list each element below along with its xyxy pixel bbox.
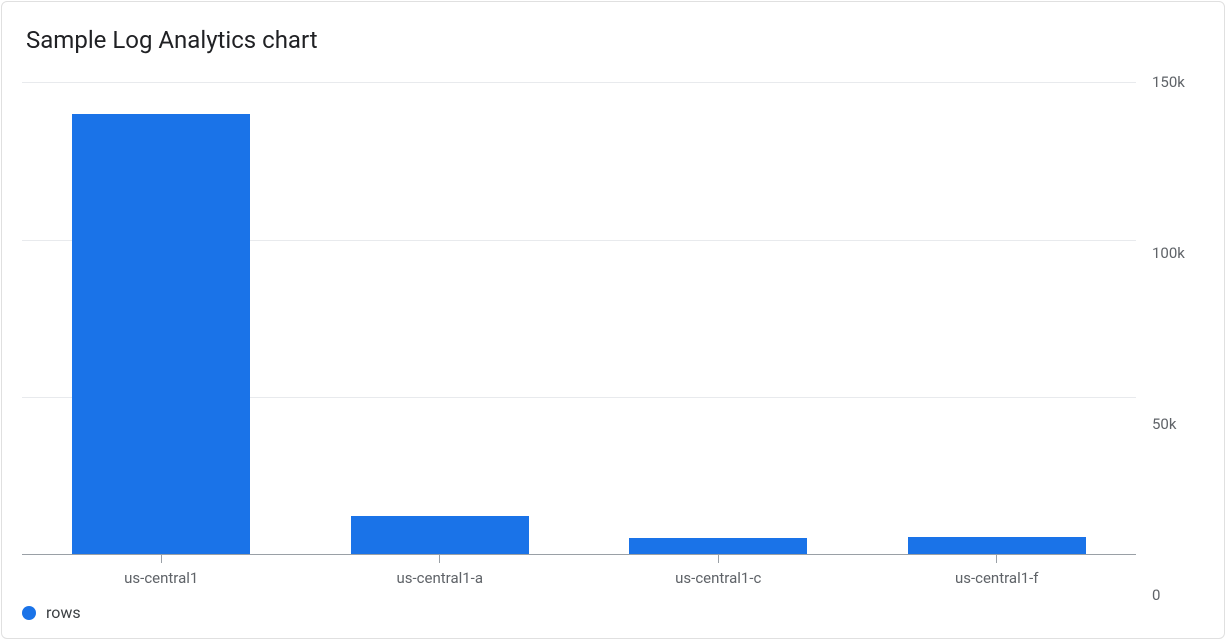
- bar-slot: [301, 83, 580, 554]
- legend-label: rows: [46, 603, 81, 622]
- x-axis: us-central1us-central1-aus-central1-cus-…: [22, 555, 1136, 595]
- y-tick-label: 100k: [1152, 244, 1185, 262]
- legend: rows: [22, 603, 1204, 622]
- legend-dot-icon: [22, 606, 36, 620]
- bar-slot: [858, 83, 1137, 554]
- bar-slot: [22, 83, 301, 554]
- x-tick-label: us-central1-f: [858, 569, 1137, 587]
- x-tick-group: us-central1-f: [858, 555, 1137, 595]
- bar[interactable]: [908, 537, 1086, 554]
- x-tick-mark: [439, 555, 440, 563]
- chart-card: Sample Log Analytics chart us-central1us…: [1, 1, 1225, 639]
- x-tick-label: us-central1-c: [579, 569, 858, 587]
- chart-title: Sample Log Analytics chart: [22, 26, 1204, 54]
- x-tick-label: us-central1: [22, 569, 301, 587]
- x-tick-group: us-central1-c: [579, 555, 858, 595]
- bar-slot: [579, 83, 858, 554]
- plot-row: us-central1us-central1-aus-central1-cus-…: [22, 82, 1204, 595]
- y-axis: 050k100k150k: [1144, 82, 1204, 595]
- bar[interactable]: [629, 538, 807, 554]
- x-tick-mark: [161, 555, 162, 563]
- y-tick-label: 50k: [1152, 415, 1176, 433]
- grid-plot: [22, 82, 1136, 555]
- y-tick-label: 0: [1152, 586, 1160, 604]
- x-tick-label: us-central1-a: [301, 569, 580, 587]
- plot-container: us-central1us-central1-aus-central1-cus-…: [22, 82, 1136, 595]
- x-tick-group: us-central1: [22, 555, 301, 595]
- x-tick-mark: [718, 555, 719, 563]
- bars-layer: [22, 83, 1136, 554]
- x-tick-group: us-central1-a: [301, 555, 580, 595]
- x-tick-mark: [996, 555, 997, 563]
- bar[interactable]: [351, 516, 529, 554]
- bar[interactable]: [72, 114, 250, 554]
- chart-area: us-central1us-central1-aus-central1-cus-…: [22, 82, 1204, 622]
- y-tick-label: 150k: [1152, 73, 1185, 91]
